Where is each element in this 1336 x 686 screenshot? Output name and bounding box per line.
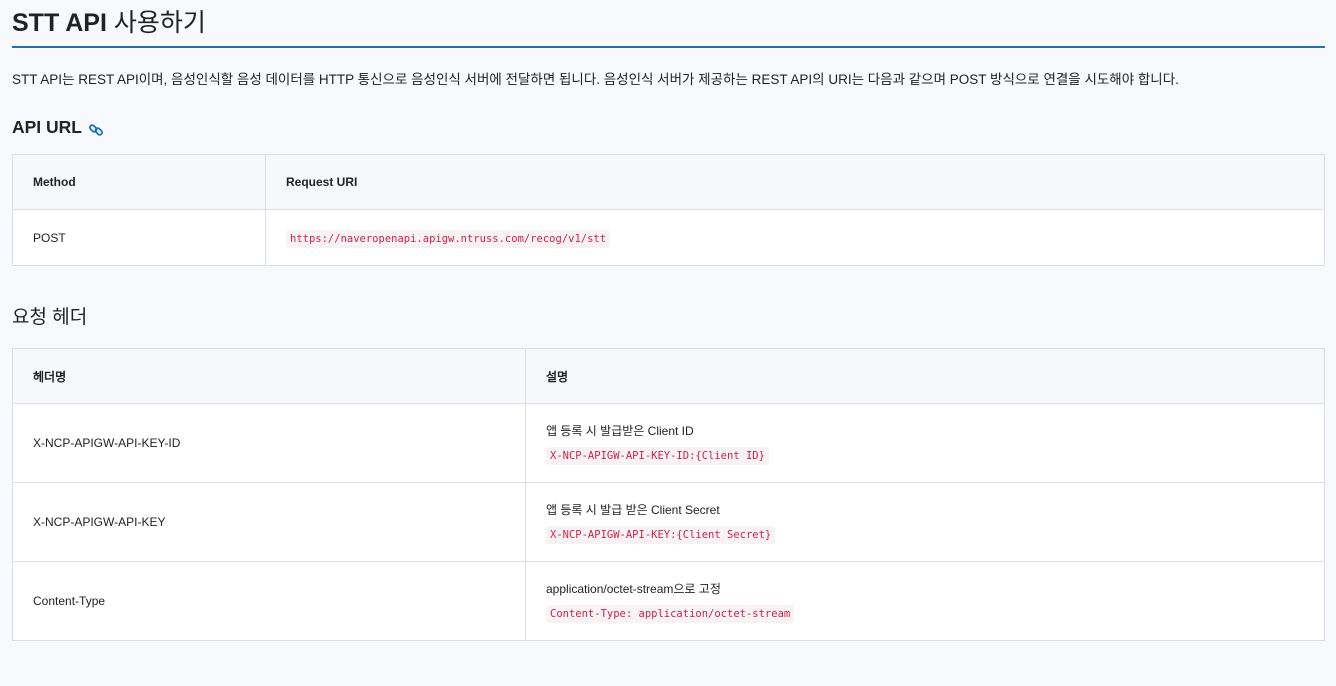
column-header-method: Method: [12, 154, 266, 210]
page-title: STT API 사용하기: [12, 0, 1325, 48]
header-desc-text: 앱 등록 시 발급받은 Client ID: [546, 424, 694, 438]
request-header-table: 헤더명 설명 X-NCP-APIGW-API-KEY-ID 앱 등록 시 발급받…: [12, 348, 1325, 641]
header-desc-text: 앱 등록 시 발급 받은 Client Secret: [546, 503, 720, 517]
column-header-description: 설명: [525, 348, 1325, 404]
header-name-cell: X-NCP-APIGW-API-KEY: [12, 482, 526, 562]
table-row: Content-Type application/octet-stream으로 …: [12, 561, 1325, 641]
header-name-cell: Content-Type: [12, 561, 526, 641]
api-url-heading-text: API URL: [12, 117, 82, 137]
header-desc-code: Content-Type: application/octet-stream: [546, 605, 795, 623]
method-cell: POST: [12, 209, 266, 266]
request-uri-cell: https://naveropenapi.apigw.ntruss.com/re…: [265, 209, 1325, 266]
link-icon[interactable]: [88, 119, 104, 136]
header-name-cell: X-NCP-APIGW-API-KEY-ID: [12, 403, 526, 483]
header-desc-text: application/octet-stream으로 고정: [546, 582, 721, 596]
header-desc-cell: 앱 등록 시 발급 받은 Client Secret X-NCP-APIGW-A…: [525, 482, 1325, 562]
page-title-strong: STT API: [12, 9, 107, 37]
page-title-rest: 사용하기: [106, 9, 206, 37]
header-desc-code: X-NCP-APIGW-API-KEY:{Client Secret}: [546, 526, 776, 544]
api-url-table: Method Request URI POST https://naverope…: [12, 154, 1325, 266]
header-desc-cell: application/octet-stream으로 고정 Content-Ty…: [525, 561, 1325, 641]
request-header-table-header-row: 헤더명 설명: [12, 348, 1325, 404]
table-row: X-NCP-APIGW-API-KEY-ID 앱 등록 시 발급받은 Clien…: [12, 403, 1325, 483]
header-desc-cell: 앱 등록 시 발급받은 Client ID X-NCP-APIGW-API-KE…: [525, 403, 1325, 483]
table-row: X-NCP-APIGW-API-KEY 앱 등록 시 발급 받은 Client …: [12, 482, 1325, 562]
page-content: STT API 사용하기 STT API는 REST API이며, 음성인식할 …: [0, 0, 1336, 686]
table-row: POST https://naveropenapi.apigw.ntruss.c…: [12, 209, 1325, 266]
header-desc-code: X-NCP-APIGW-API-KEY-ID:{Client ID}: [546, 447, 769, 465]
column-header-request-uri: Request URI: [265, 154, 1325, 210]
column-header-header-name: 헤더명: [12, 348, 526, 404]
api-url-table-header-row: Method Request URI: [12, 154, 1325, 210]
request-header-heading: 요청 헤더: [12, 307, 88, 328]
request-uri-code: https://naveropenapi.apigw.ntruss.com/re…: [286, 229, 611, 248]
intro-paragraph: STT API는 REST API이며, 음성인식할 음성 데이터를 HTTP …: [12, 72, 1179, 87]
api-url-heading: API URL: [12, 90, 1325, 140]
